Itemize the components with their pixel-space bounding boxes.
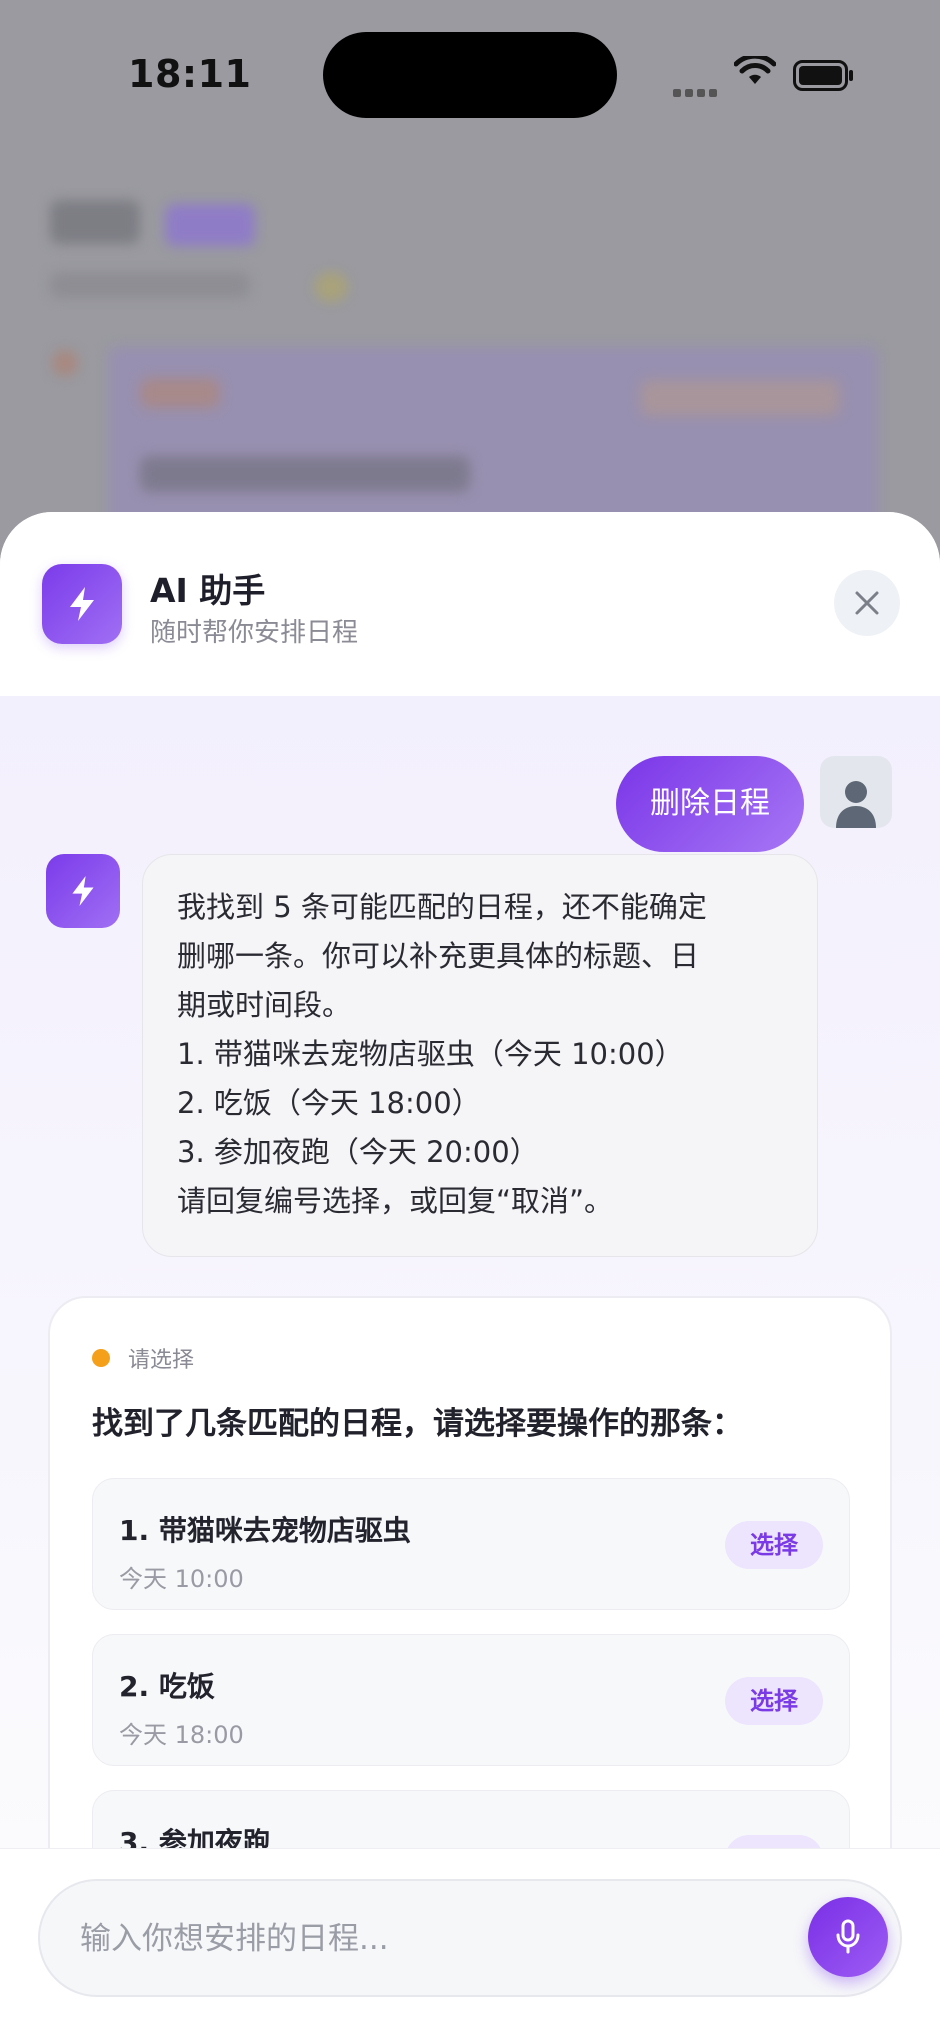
background-title-blur [50, 200, 140, 244]
select-button[interactable]: 选择 [725, 1677, 823, 1725]
message-line: 3. 参加夜跑（今天 20:00） [177, 1135, 539, 1169]
selection-card: 请选择 找到了几条匹配的日程，请选择要操作的那条： 1. 带猫咪去宠物店驱虫 今… [48, 1296, 892, 1860]
assistant-avatar-icon [46, 854, 120, 928]
close-button[interactable] [834, 570, 900, 636]
chat-input-wrapper [38, 1879, 902, 1997]
chat-area[interactable]: 删除日程 我找到 5 条可能匹配的日程，还不能确定 删哪一条。你可以补充更具体的… [0, 696, 940, 1860]
status-time: 18:11 [128, 52, 252, 96]
ai-assistant-sheet: AI 助手 随时帮你安排日程 删除日程 我找到 5 条可能匹配的日程，还不能确定… [0, 512, 940, 2044]
background-badge-blur [165, 204, 255, 246]
select-button[interactable]: 选择 [725, 1521, 823, 1569]
option-time: 今天 10:00 [119, 1565, 244, 1593]
selection-tag: 请选择 [92, 1342, 194, 1374]
signal-icon [673, 82, 721, 101]
user-avatar-icon [820, 756, 892, 828]
option-time: 今天 18:00 [119, 1721, 244, 1749]
background-subtitle-blur [50, 272, 250, 298]
message-line: 删哪一条。你可以补充更具体的标题、日 [177, 939, 700, 973]
status-bar: 18:11 [0, 0, 940, 150]
background-card-tag-blur [140, 378, 220, 408]
lightning-icon [42, 564, 122, 644]
assistant-message-bubble: 我找到 5 条可能匹配的日程，还不能确定 删哪一条。你可以补充更具体的标题、日 … [142, 854, 818, 1257]
close-icon [855, 591, 879, 615]
dynamic-island [323, 32, 617, 118]
message-line: 期或时间段。 [177, 988, 352, 1022]
schedule-option-1[interactable]: 1. 带猫咪去宠物店驱虫 今天 10:00 选择 [92, 1478, 850, 1610]
assistant-subtitle: 随时帮你安排日程 [150, 618, 359, 648]
background-card-text-blur [140, 456, 470, 492]
message-line: 我找到 5 条可能匹配的日程，还不能确定 [177, 890, 707, 924]
background-card-chip-blur [640, 380, 840, 416]
user-message-bubble: 删除日程 [616, 756, 804, 852]
lightning-icon [72, 876, 94, 906]
wifi-icon [734, 56, 776, 84]
battery-icon [793, 60, 853, 91]
background-dot-blur [52, 350, 78, 376]
option-title: 1. 带猫咪去宠物店驱虫 [119, 1514, 411, 1547]
selection-tag-label: 请选择 [128, 1348, 195, 1373]
message-line: 2. 吃饭（今天 18:00） [177, 1086, 481, 1120]
assistant-title: AI 助手 [150, 571, 266, 610]
message-line: 请回复编号选择，或回复“取消”。 [177, 1184, 614, 1218]
sheet-header: AI 助手 随时帮你安排日程 [0, 512, 940, 696]
microphone-button[interactable] [808, 1897, 888, 1977]
microphone-icon [836, 1919, 860, 1954]
background-emoji-blur [314, 272, 348, 302]
chat-input[interactable] [78, 1881, 782, 1997]
option-title: 2. 吃饭 [119, 1670, 215, 1703]
selection-question: 找到了几条匹配的日程，请选择要操作的那条： [92, 1406, 743, 1442]
message-line: 1. 带猫咪去宠物店驱虫（今天 10:00） [177, 1037, 684, 1071]
input-bar [0, 1848, 940, 2044]
status-dot-icon [92, 1349, 110, 1367]
schedule-option-2[interactable]: 2. 吃饭 今天 18:00 选择 [92, 1634, 850, 1766]
